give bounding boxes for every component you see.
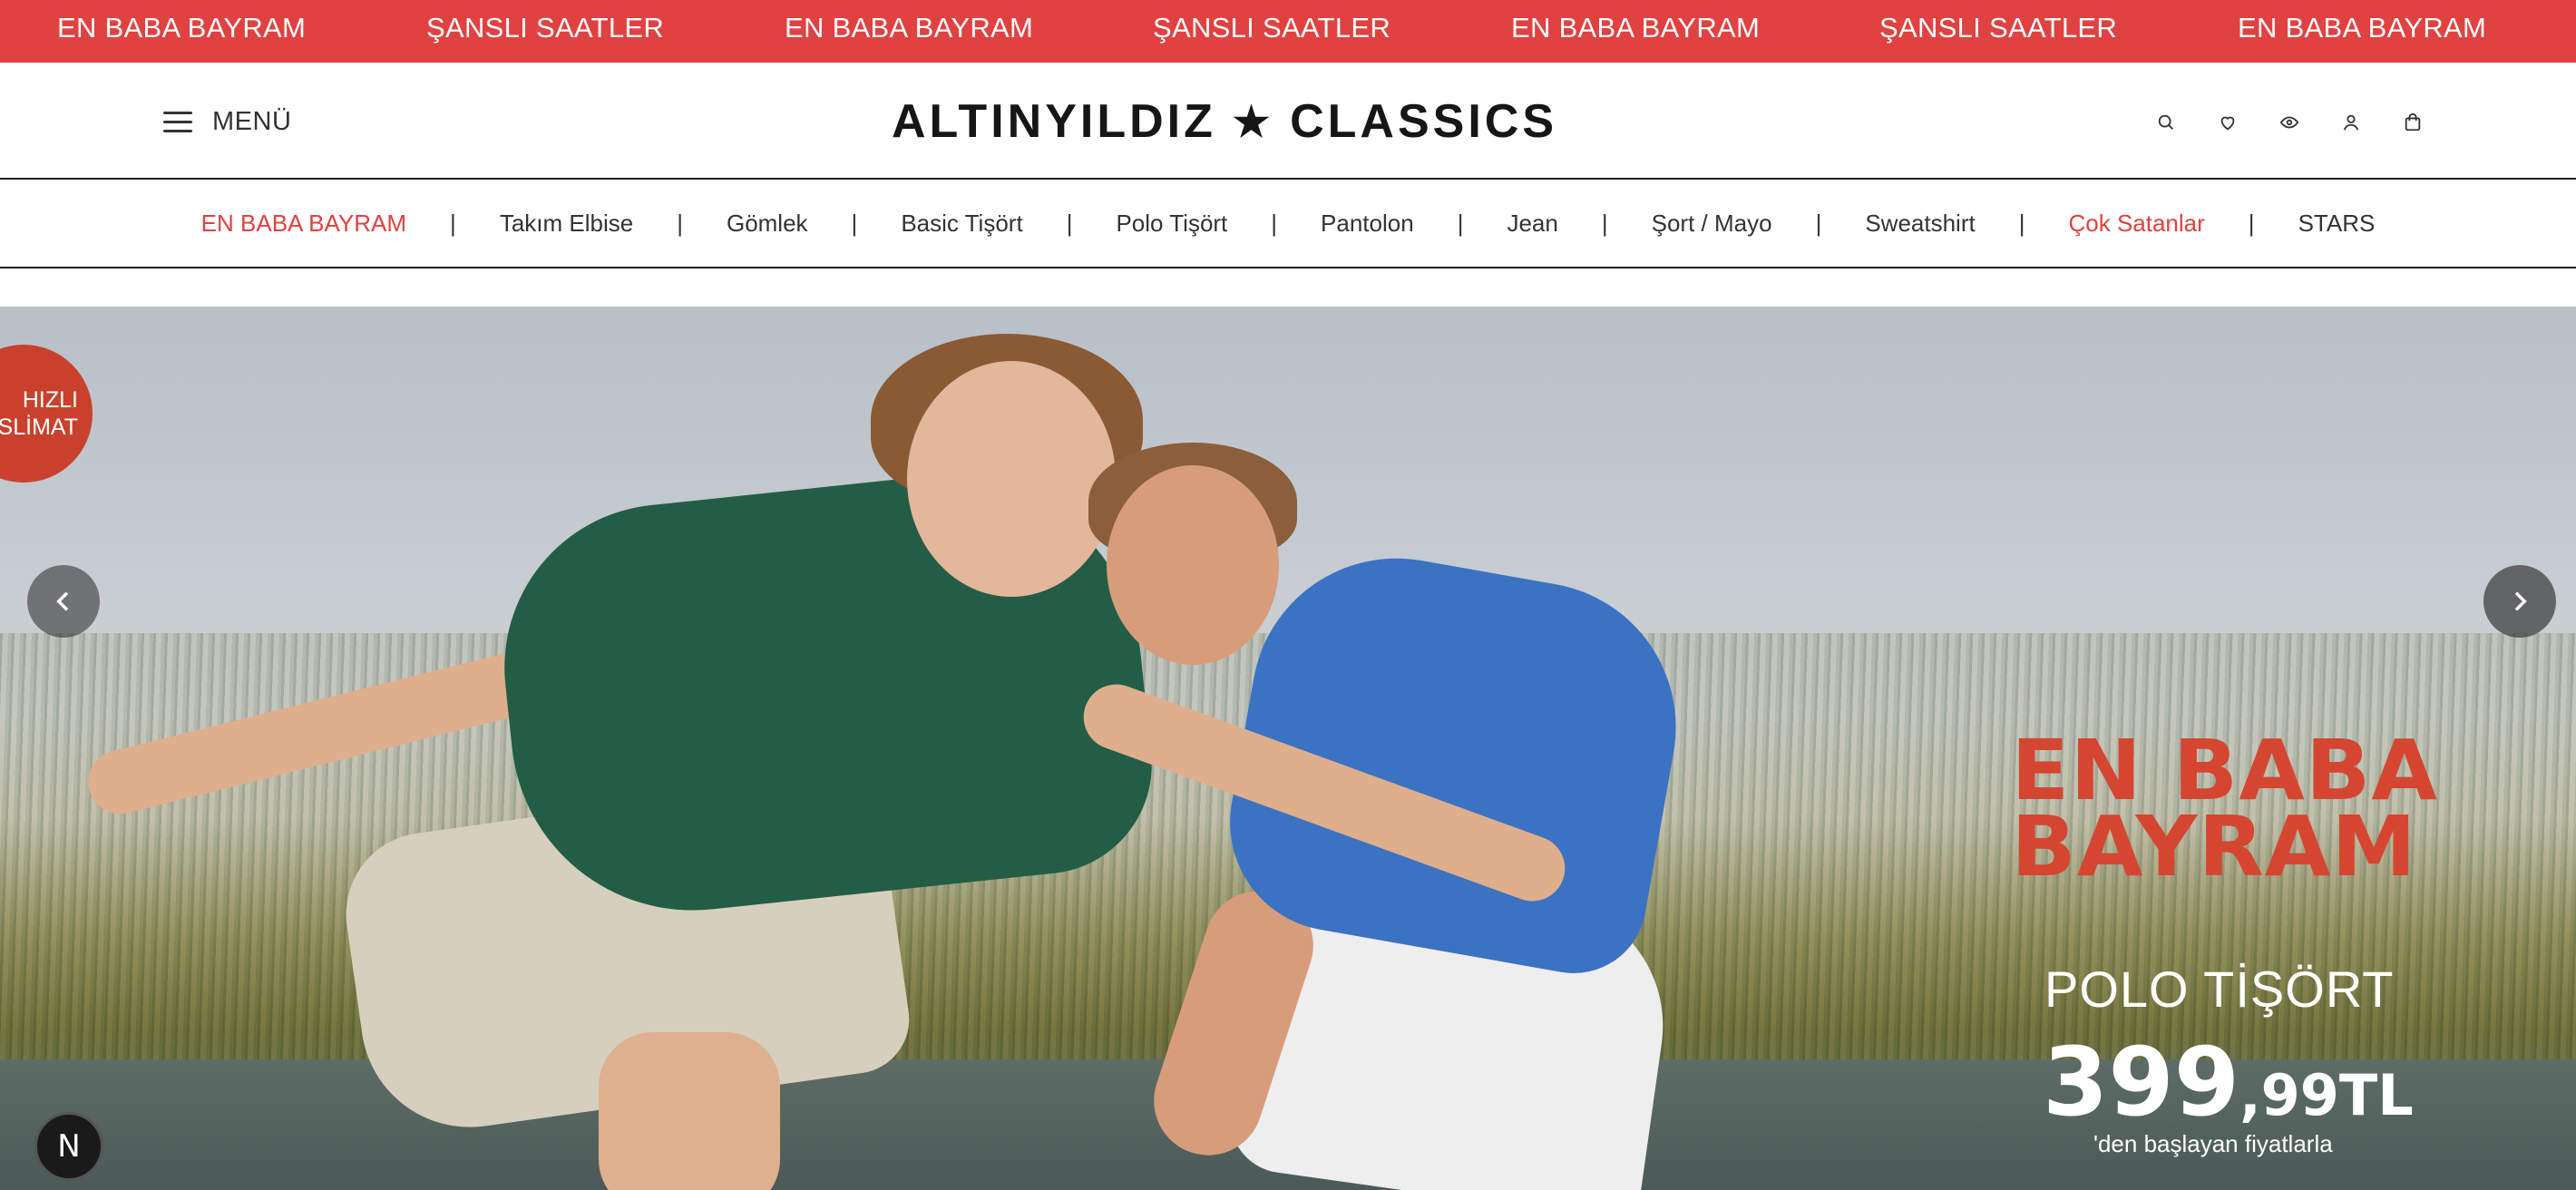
announcement-item[interactable]: ŞANSLI SAATLER bbox=[426, 12, 664, 44]
announcement-item[interactable]: ŞANSLI SAATLER bbox=[1879, 12, 2117, 44]
slider-prev-button[interactable] bbox=[27, 565, 100, 638]
category-separator: | bbox=[1815, 209, 1822, 237]
model-head bbox=[1107, 465, 1279, 665]
menu-button[interactable]: MENÜ bbox=[163, 103, 291, 140]
bag-icon[interactable] bbox=[2396, 106, 2429, 139]
chevron-right-icon bbox=[2514, 591, 2527, 611]
chevron-left-icon bbox=[56, 591, 69, 611]
category-nav-list: EN BABA BAYRAM | Takım Elbise | Gömlek |… bbox=[0, 180, 2576, 267]
badge-line-2: SLİMAT bbox=[0, 415, 78, 440]
search-icon[interactable] bbox=[2150, 106, 2182, 139]
eye-icon[interactable] bbox=[2273, 106, 2306, 139]
heart-icon[interactable] bbox=[2211, 106, 2244, 139]
announcement-item[interactable]: EN BABA BAYRAM bbox=[57, 12, 306, 44]
category-link-cok-satanlar[interactable]: Çok Satanlar bbox=[2068, 210, 2204, 238]
category-separator: | bbox=[1601, 209, 1608, 237]
price-fraction: ,99TL bbox=[2239, 1062, 2414, 1128]
category-separator: | bbox=[450, 209, 456, 237]
category-separator: | bbox=[851, 209, 858, 237]
promo-title: EN BABA BAYRAM bbox=[2011, 729, 2445, 895]
model-leg bbox=[599, 1032, 780, 1190]
hero-banner[interactable]: HIZLI SLİMAT EN BABA BAYRAM POLO TİŞÖRT … bbox=[0, 307, 2576, 1190]
category-separator: | bbox=[1066, 209, 1073, 237]
announcement-item[interactable]: EN BABA BAYRAM bbox=[785, 12, 1033, 44]
site-header: MENÜ ALTINYILDIZ ★ CLASSICS bbox=[0, 63, 2576, 180]
logo-text-left: ALTINYILDIZ bbox=[891, 95, 1216, 148]
category-nav: EN BABA BAYRAM | Takım Elbise | Gömlek |… bbox=[0, 180, 2576, 268]
brand-logo[interactable]: ALTINYILDIZ ★ CLASSICS bbox=[892, 92, 1554, 151]
category-link-gomlek[interactable]: Gömlek bbox=[727, 210, 808, 238]
announcement-item[interactable]: ŞANSLI SAATLER bbox=[1153, 12, 1390, 44]
announcement-track: EN BABA BAYRAM ŞANSLI SAATLER EN BABA BA… bbox=[0, 0, 2576, 63]
category-link-stars[interactable]: STARS bbox=[2298, 210, 2376, 238]
category-link-polo-tisort[interactable]: Polo Tişört bbox=[1116, 210, 1227, 238]
slider-next-button[interactable] bbox=[2483, 565, 2556, 638]
category-separator: | bbox=[2248, 209, 2255, 237]
category-separator: | bbox=[677, 209, 683, 237]
floating-n-button[interactable]: N bbox=[34, 1112, 103, 1181]
promo-title-line-2: BAYRAM bbox=[2011, 798, 2417, 895]
category-link-pantolon[interactable]: Pantolon bbox=[1321, 210, 1414, 238]
announcement-bar: EN BABA BAYRAM ŞANSLI SAATLER EN BABA BA… bbox=[0, 0, 2576, 63]
user-icon[interactable] bbox=[2335, 106, 2367, 139]
badge-line-1: HIZLI bbox=[22, 387, 78, 413]
logo-star-icon: ★ bbox=[1232, 98, 1274, 145]
promo-price: 399 ,99TL bbox=[2043, 1032, 2414, 1132]
category-link-en-baba-bayram[interactable]: EN BABA BAYRAM bbox=[201, 210, 406, 238]
price-whole: 399 bbox=[2043, 1027, 2240, 1137]
category-link-basic-tisort[interactable]: Basic Tişört bbox=[901, 210, 1022, 238]
category-separator: | bbox=[1457, 209, 1464, 237]
category-separator: | bbox=[1271, 209, 1278, 237]
hamburger-icon bbox=[163, 110, 192, 133]
category-link-takim-elbise[interactable]: Takım Elbise bbox=[500, 210, 633, 238]
announcement-item[interactable]: EN BABA BAYRAM bbox=[1511, 12, 1760, 44]
category-link-jean[interactable]: Jean bbox=[1507, 210, 1557, 238]
header-actions bbox=[2150, 106, 2458, 139]
category-link-sweatshirt[interactable]: Sweatshirt bbox=[1865, 210, 1975, 238]
fast-delivery-badge[interactable]: HIZLI SLİMAT bbox=[0, 345, 93, 483]
announcement-item[interactable]: EN BABA BAYRAM bbox=[2238, 12, 2486, 44]
logo-text-right: CLASSICS bbox=[1290, 95, 1558, 148]
price-note: 'den başlayan fiyatlarla bbox=[2093, 1130, 2333, 1157]
model-head bbox=[907, 361, 1116, 597]
menu-label: MENÜ bbox=[212, 106, 292, 136]
promo-subtitle: POLO TİŞÖRT bbox=[2044, 961, 2395, 1018]
category-separator: | bbox=[2018, 209, 2025, 237]
category-link-sort-mayo[interactable]: Şort / Mayo bbox=[1652, 210, 1772, 238]
